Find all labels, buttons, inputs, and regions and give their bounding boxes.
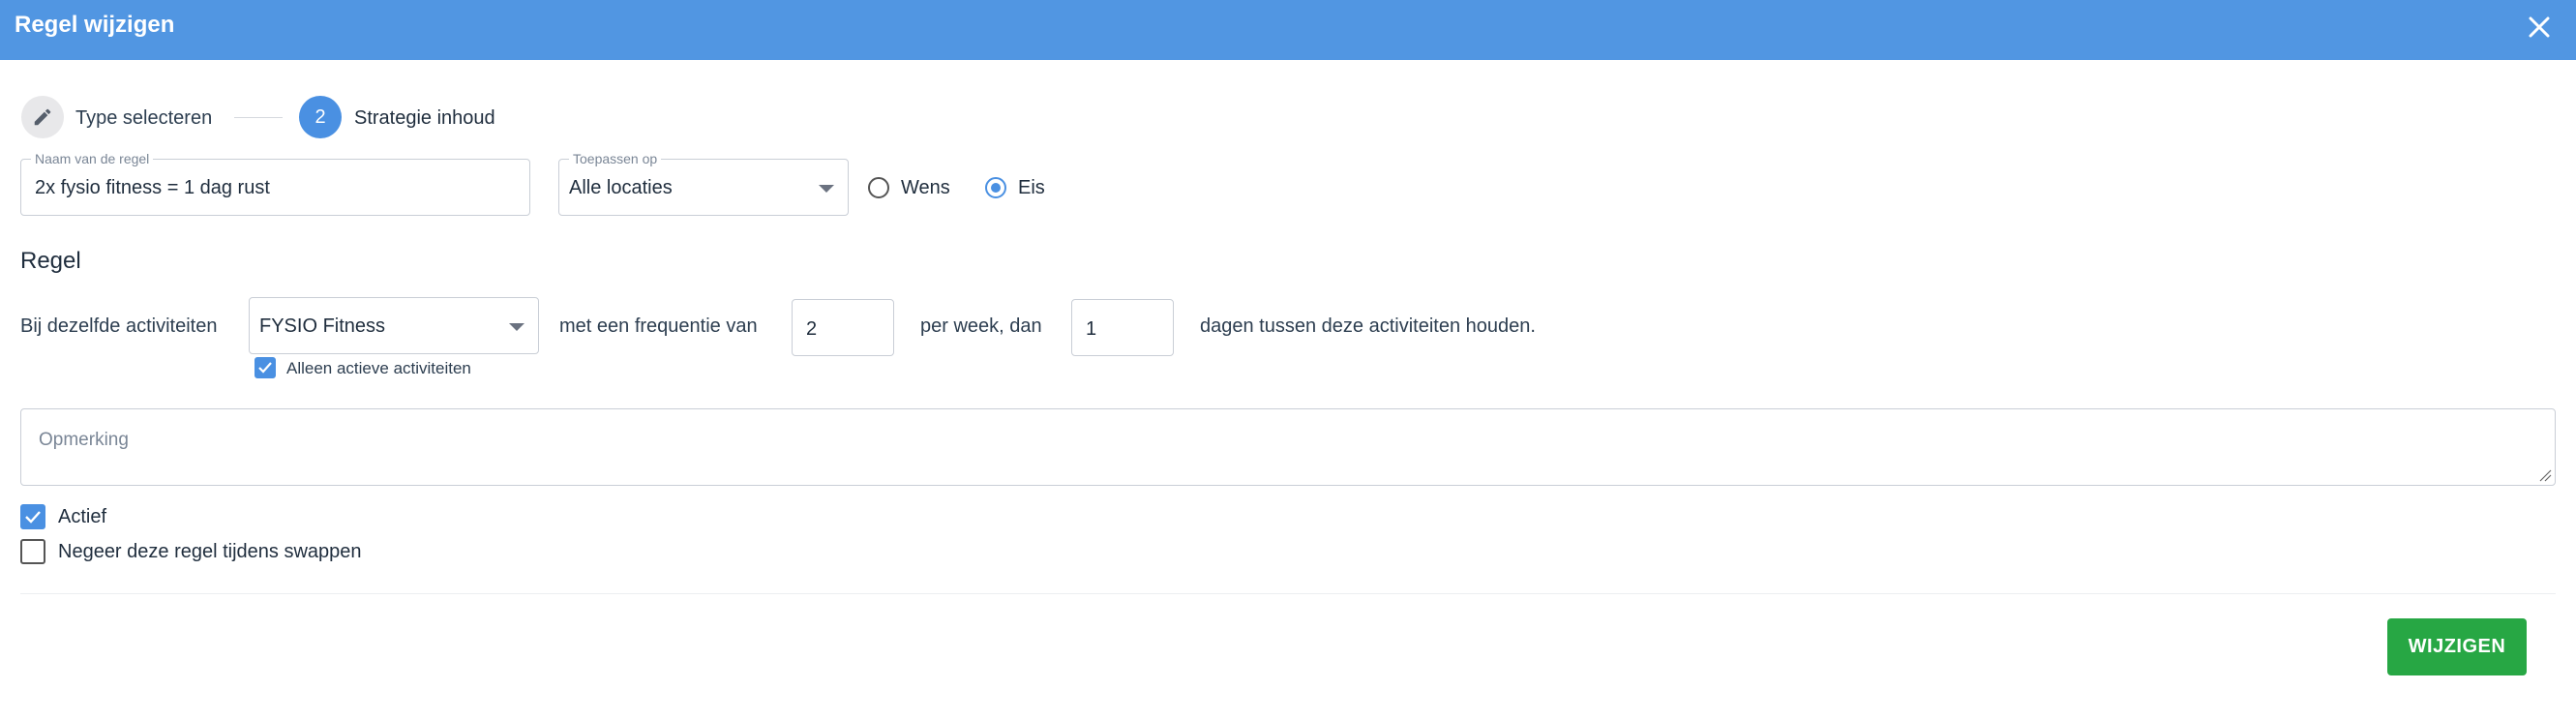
- rule-suffix-text: dagen tussen deze activiteiten houden.: [1200, 315, 1536, 337]
- edit-rule-dialog: Regel wijzigen Type selecteren 2 Strateg…: [0, 0, 2576, 720]
- step-type-select[interactable]: [21, 96, 64, 138]
- only-active-checkbox[interactable]: [255, 357, 276, 378]
- chevron-down-icon: [819, 185, 834, 193]
- step-strategy-number: 2: [299, 96, 342, 138]
- frequency-input[interactable]: 2: [792, 299, 894, 356]
- dialog-header: Regel wijzigen: [0, 0, 2576, 60]
- ignore-swap-label[interactable]: Negeer deze regel tijdens swappen: [58, 540, 362, 563]
- apply-to-label: Toepassen op: [569, 151, 662, 166]
- only-active-label[interactable]: Alleen actieve activiteiten: [286, 357, 471, 380]
- apply-to-select[interactable]: Toepassen op Alle locaties: [558, 151, 849, 216]
- active-label[interactable]: Actief: [58, 505, 106, 528]
- close-icon: [2529, 16, 2550, 38]
- remark-placeholder: Opmerking: [39, 430, 129, 450]
- rule-name-label: Naam van de regel: [31, 151, 154, 166]
- activity-select-value: FYSIO Fitness: [259, 315, 386, 337]
- checkmark-icon: [258, 362, 272, 374]
- dialog-title: Regel wijzigen: [15, 12, 175, 38]
- activity-select[interactable]: FYSIO Fitness: [249, 297, 539, 354]
- checkmark-icon: [25, 511, 41, 524]
- step-strategy-label: Strategie inhoud: [354, 107, 495, 129]
- radio-eis-label[interactable]: Eis: [1018, 176, 1045, 199]
- rule-section-title: Regel: [20, 248, 81, 274]
- chevron-down-icon: [509, 323, 524, 331]
- submit-button[interactable]: WIJZIGEN: [2387, 618, 2527, 675]
- radio-wens-label[interactable]: Wens: [901, 176, 950, 199]
- step-connector: [234, 117, 283, 118]
- frequency-value[interactable]: 2: [806, 317, 817, 341]
- step-type-select-label[interactable]: Type selecteren: [75, 106, 212, 130]
- pencil-icon: [34, 108, 51, 126]
- close-button[interactable]: [2520, 8, 2559, 46]
- radio-wens[interactable]: [868, 177, 889, 198]
- ignore-swap-checkbox[interactable]: [20, 539, 45, 564]
- days-value[interactable]: 1: [1086, 317, 1096, 341]
- apply-to-value: Alle locaties: [569, 177, 673, 198]
- per-week-text: per week, dan: [920, 315, 1042, 337]
- radio-eis[interactable]: [985, 177, 1006, 198]
- rule-name-value[interactable]: 2x fysio fitness = 1 dag rust: [35, 176, 270, 199]
- days-input[interactable]: 1: [1071, 299, 1174, 356]
- rule-name-field[interactable]: Naam van de regel 2x fysio fitness = 1 d…: [20, 151, 530, 216]
- remark-textarea[interactable]: Opmerking: [20, 408, 2556, 486]
- footer-divider: [20, 593, 2556, 594]
- active-checkbox[interactable]: [20, 504, 45, 529]
- resize-grip-icon[interactable]: [2538, 468, 2552, 482]
- frequency-text: met een frequentie van: [559, 315, 758, 337]
- rule-prefix-text: Bij dezelfde activiteiten: [20, 315, 218, 337]
